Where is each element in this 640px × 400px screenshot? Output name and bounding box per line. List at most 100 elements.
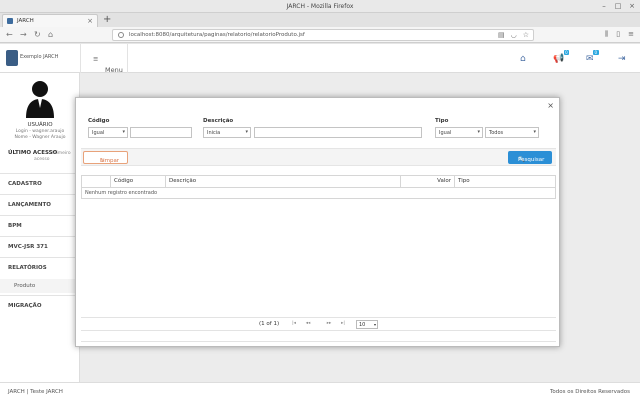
close-window-icon[interactable]: ×	[628, 2, 636, 10]
first-page-icon[interactable]: |◂	[289, 321, 299, 329]
menu-label: Menu	[105, 66, 123, 74]
last-access-sub: acesso	[34, 157, 50, 162]
last-page-icon[interactable]: ▸|	[338, 321, 348, 329]
url-bar[interactable]: localhost:8080/arquitetura/paginas/relat…	[112, 29, 534, 41]
clear-label: Limpar	[100, 158, 120, 164]
logo-text[interactable]: Exemplo JARCH	[20, 54, 58, 60]
sidebar-item-lancamento[interactable]: LANÇAMENTO	[0, 194, 80, 214]
messages-icon[interactable]: ✉ 0	[586, 50, 599, 64]
user-avatar-icon	[26, 81, 54, 118]
sidebar-item-bpm[interactable]: BPM	[0, 215, 80, 235]
sidebar-item-migracao[interactable]: MIGRAÇÃO	[0, 295, 80, 315]
notifications-icon[interactable]: 📢 0	[553, 50, 570, 64]
action-toolbar: ✎ Limpar 🔍 Pesquisar	[81, 148, 556, 166]
column-header-tipo[interactable]: Tipo	[454, 176, 555, 187]
paginator: (1 of 1) |◂ ◂◂ ▸▸ ▸| 10 ▾	[81, 317, 556, 331]
column-label: Código	[114, 178, 134, 184]
table-header: Código Descrição Valor Tipo	[82, 176, 555, 188]
descricao-operator-select[interactable]: Inicia ▾	[203, 127, 251, 138]
footer-left: JARCH | Teste JARCH	[8, 389, 63, 395]
logout-icon[interactable]: ⇥	[618, 54, 626, 64]
logo-icon[interactable]	[6, 50, 18, 66]
footer-right: Todos os Direitos Reservados	[549, 389, 630, 395]
forward-icon[interactable]: →	[20, 30, 27, 39]
reader-view-icon[interactable]: ▤	[498, 31, 505, 39]
codigo-operator-value: Igual	[92, 130, 105, 136]
notifications-badge: 0	[563, 50, 570, 55]
sidebar-item-label: MIGRAÇÃO	[8, 303, 42, 309]
sidebar-subitem-produto[interactable]: Produto	[0, 279, 80, 293]
favicon-icon	[7, 18, 13, 24]
last-access-note: Primeiro	[52, 151, 71, 156]
prev-page-icon[interactable]: ◂◂	[303, 321, 313, 329]
chevron-down-icon: ▾	[477, 129, 480, 135]
column-header-descricao[interactable]: Descrição	[165, 176, 400, 187]
tipo-label: Tipo	[435, 118, 449, 124]
chevron-down-icon: ▾	[373, 322, 376, 327]
tipo-value: Todos	[489, 130, 504, 136]
close-icon[interactable]: ×	[547, 101, 554, 110]
next-page-icon[interactable]: ▸▸	[324, 321, 334, 329]
search-button[interactable]: 🔍 Pesquisar	[508, 151, 552, 164]
bookmark-star-icon[interactable]: ☆	[523, 31, 529, 39]
reload-icon[interactable]: ↻	[34, 30, 41, 39]
new-tab-icon[interactable]: +	[103, 14, 111, 25]
user-title: USUÁRIO	[27, 122, 53, 128]
clear-button[interactable]: ✎ Limpar	[83, 151, 128, 164]
sidebar-item-label: MVC-JSR 371	[8, 244, 48, 250]
home-icon[interactable]: ⌂	[48, 30, 53, 39]
descricao-label: Descrição	[203, 118, 234, 124]
user-name: Nome - Wagner Araujo	[14, 135, 66, 140]
chevron-down-icon: ▾	[533, 129, 536, 135]
maximize-icon[interactable]: □	[614, 2, 622, 10]
chevron-down-icon: ▾	[122, 129, 125, 135]
pocket-icon[interactable]: ◡	[511, 31, 517, 39]
chevron-down-icon: ▾	[245, 129, 248, 135]
tipo-operator-value: Igual	[439, 130, 452, 136]
browser-tab[interactable]: JARCH ×	[2, 14, 98, 27]
descricao-input[interactable]	[254, 127, 422, 138]
hamburger-menu-icon[interactable]: ≡	[628, 30, 634, 39]
rows-per-page-value: 10	[359, 322, 366, 328]
chevron-down-icon: ⌄	[8, 264, 14, 271]
sidebar-item-cadastro[interactable]: CADASTRO	[0, 173, 80, 193]
home-app-icon[interactable]: ⌂	[520, 54, 526, 64]
column-label: Valor	[437, 178, 451, 184]
sidebar-subitem-label: Produto	[14, 283, 36, 289]
rows-per-page-select[interactable]: 10 ▾	[356, 320, 378, 329]
navigation-bar: ← → ↻ ⌂ localhost:8080/arquitetura/pagin…	[0, 27, 640, 43]
sidebar-item-label: BPM	[8, 223, 22, 229]
tab-label: JARCH	[17, 18, 34, 24]
column-header-valor[interactable]: Valor	[400, 176, 454, 187]
tab-bar: JARCH × +	[0, 13, 640, 27]
tab-close-icon[interactable]: ×	[87, 17, 93, 25]
minimize-icon[interactable]: –	[600, 2, 608, 10]
codigo-operator-select[interactable]: Igual ▾	[88, 127, 128, 138]
sidebar-item-label: CADASTRO	[8, 181, 42, 187]
tipo-operator-select[interactable]: Igual ▾	[435, 127, 483, 138]
sidebar-item-relatorios[interactable]: RELATÓRIOS ⌄	[0, 257, 80, 277]
last-access-label: ÚLTIMO ACESSO	[8, 150, 58, 156]
url-text[interactable]: localhost:8080/arquitetura/paginas/relat…	[129, 32, 305, 38]
column-header-codigo[interactable]: Código	[110, 176, 165, 187]
window-title: JARCH - Mozilla Firefox	[286, 3, 354, 10]
footer: JARCH | Teste JARCH Todos os Direitos Re…	[0, 382, 640, 400]
messages-badge: 0	[593, 50, 599, 55]
tipo-value-select[interactable]: Todos ▾	[485, 127, 539, 138]
column-label: Tipo	[458, 178, 470, 184]
dialog-footer	[81, 331, 556, 342]
codigo-input[interactable]	[130, 127, 192, 138]
back-icon[interactable]: ←	[6, 30, 13, 39]
sidebar: USUÁRIO Login - wagner.araujo Nome - Wag…	[0, 73, 80, 382]
sidebar-item-label: LANÇAMENTO	[8, 202, 51, 208]
results-table: Código Descrição Valor Tipo Nenhum regis…	[81, 175, 556, 199]
sidebar-item-mvc[interactable]: MVC-JSR 371	[0, 236, 80, 256]
sidebar-toggle-icon[interactable]: ▯	[616, 30, 620, 39]
site-info-icon[interactable]	[118, 32, 124, 38]
menu-toggle-button[interactable]: Menu ≡	[80, 44, 128, 74]
empty-message: Nenhum registro encontrado	[85, 190, 158, 196]
column-label: Descrição	[169, 178, 197, 184]
user-login: Login - wagner.araujo	[15, 129, 65, 134]
window-titlebar: JARCH - Mozilla Firefox – □ ×	[0, 0, 640, 13]
library-icon[interactable]: ⫼	[605, 30, 608, 39]
